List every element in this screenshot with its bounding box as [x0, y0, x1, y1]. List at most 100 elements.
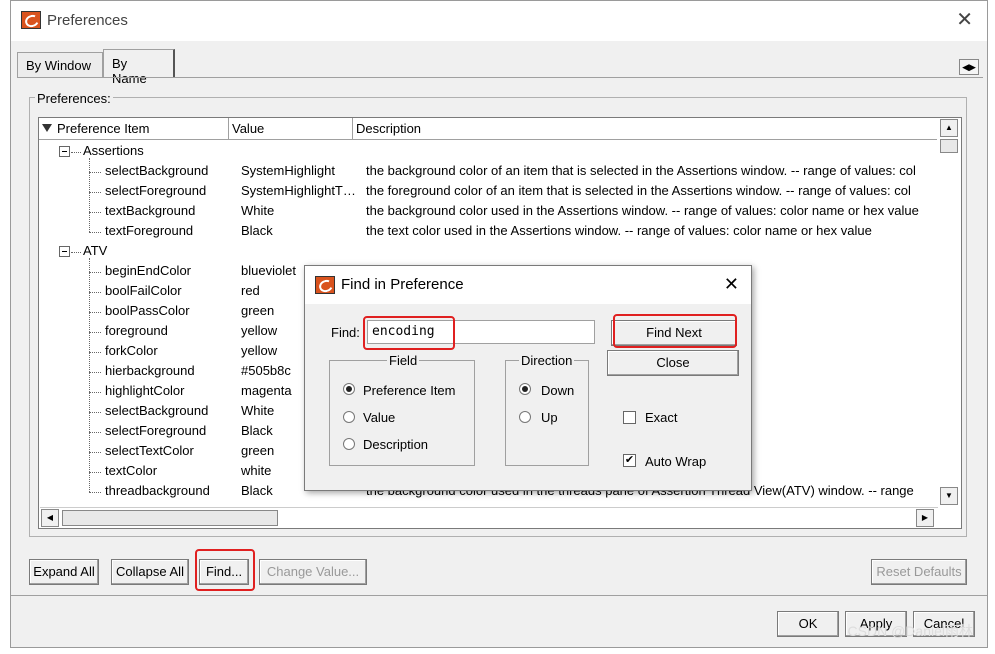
tab-by-name[interactable]: By Name [103, 49, 175, 86]
find-next-highlight [613, 314, 737, 348]
horizontal-scroll-thumb[interactable] [62, 510, 278, 526]
radio-preference-item[interactable] [343, 383, 355, 395]
reset-defaults-button[interactable]: Reset Defaults [871, 559, 967, 585]
column-header-value[interactable]: Value [229, 118, 353, 140]
tree-connector [89, 492, 101, 493]
item-value: SystemHighlight [241, 163, 335, 178]
scroll-down-icon[interactable]: ▼ [940, 487, 958, 505]
column-header-description[interactable]: Description [353, 118, 937, 140]
item-name: textBackground [105, 203, 196, 218]
table-row[interactable]: selectForeground SystemHighlightT… the for… [39, 182, 937, 202]
tree-line [89, 258, 90, 492]
checkbox-label: Auto Wrap [645, 454, 707, 469]
radio-up[interactable] [519, 411, 531, 423]
checkbox-label: Exact [645, 410, 678, 425]
table-header: Preference Item Value Description [39, 118, 937, 140]
radio-down[interactable] [519, 383, 531, 395]
column-label: Preference Item [57, 121, 150, 136]
collapse-icon[interactable] [59, 246, 70, 257]
radio-label: Down [541, 383, 575, 398]
ok-button[interactable]: OK [777, 611, 839, 637]
field-legend: Field [387, 353, 420, 368]
tree-connector [71, 252, 81, 253]
column-header-preference-item[interactable]: Preference Item [39, 118, 229, 140]
close-button[interactable]: Close [607, 350, 739, 376]
item-description: the foreground color of an item that is … [366, 183, 911, 198]
item-name: forkColor [105, 343, 158, 358]
watermark: CSDN @Daniel雨林 [847, 623, 973, 639]
scroll-left-icon[interactable]: ◀ [41, 509, 59, 527]
item-name: selectBackground [105, 163, 209, 178]
item-description: the background color used in the Asserti… [366, 203, 919, 218]
tree-connector [89, 432, 101, 433]
category-name: ATV [83, 243, 108, 258]
tree-connector [89, 172, 101, 173]
find-button-highlight [195, 549, 255, 591]
item-name: textForeground [105, 223, 194, 238]
background-edge [989, 0, 995, 654]
item-name: hierbackground [105, 363, 195, 378]
tree-connector [89, 272, 101, 273]
tree-connector [89, 472, 101, 473]
scroll-right-icon[interactable]: ▶ [916, 509, 934, 527]
exact-checkbox[interactable] [623, 411, 636, 424]
item-name: selectForeground [105, 183, 207, 198]
sort-down-icon [42, 124, 52, 132]
tree-line [89, 158, 90, 232]
vertical-scroll-thumb[interactable] [940, 139, 958, 153]
item-name: threadbackground [105, 483, 210, 498]
table-row[interactable]: selectBackground SystemHighlight the backg… [39, 162, 937, 182]
collapse-icon[interactable] [59, 146, 70, 157]
tree-connector [89, 212, 101, 213]
tree-connector [89, 232, 101, 233]
collapse-all-button[interactable]: Collapse All [111, 559, 189, 585]
tree-connector [71, 152, 81, 153]
radio-label: Description [363, 437, 429, 452]
change-value-button[interactable]: Change Value... [259, 559, 367, 585]
tab-by-window[interactable]: By Window [17, 52, 103, 77]
item-description: the text color used in the Assertions wi… [366, 223, 872, 238]
close-icon[interactable]: ✕ [956, 10, 973, 30]
category-row[interactable]: ATV [39, 242, 937, 262]
tree-connector [89, 352, 101, 353]
category-row[interactable]: Assertions [39, 142, 937, 162]
app-logo-icon [315, 276, 335, 294]
horizontal-scrollbar[interactable]: ◀ ▶ [40, 507, 938, 527]
tree-connector [89, 452, 101, 453]
dialog-title: Find in Preference [341, 276, 464, 293]
tab-scroll-arrows-icon[interactable]: ◀▶ [959, 59, 979, 75]
title-bar: Preferences ✕ [11, 1, 987, 41]
expand-all-button[interactable]: Expand All [29, 559, 99, 585]
footer-divider [11, 595, 987, 596]
item-description: the background color of an item that is … [366, 163, 916, 178]
find-label: Find: [331, 325, 360, 340]
app-logo-icon [21, 11, 41, 29]
radio-description[interactable] [343, 438, 355, 450]
table-row[interactable]: textForeground Black the text color used i… [39, 222, 937, 242]
radio-value[interactable] [343, 411, 355, 423]
tree-connector [89, 412, 101, 413]
category-name: Assertions [83, 143, 144, 158]
item-name: selectForeground [105, 423, 207, 438]
radio-label: Up [541, 410, 558, 425]
tree-connector [89, 332, 101, 333]
dialog-title-bar: Find in Preference ✕ [305, 266, 751, 304]
dialog-close-icon[interactable]: ✕ [724, 274, 739, 295]
item-name: textColor [105, 463, 158, 478]
direction-legend: Direction [519, 353, 575, 368]
tree-connector [89, 192, 101, 193]
table-row[interactable]: textBackground White the background color … [39, 202, 937, 222]
tree-connector [89, 392, 101, 393]
item-name: selectTextColor [105, 443, 194, 458]
item-name: highlightColor [105, 383, 185, 398]
item-name: boolPassColor [105, 303, 190, 318]
window-title: Preferences [47, 12, 128, 29]
vertical-scrollbar[interactable]: ▲ ▼ [938, 119, 960, 507]
item-name: boolFailColor [105, 283, 182, 298]
auto-wrap-checkbox[interactable]: ✔ [623, 454, 636, 467]
item-name: selectBackground [105, 403, 209, 418]
item-value: White [241, 203, 275, 218]
scroll-up-icon[interactable]: ▲ [940, 119, 958, 137]
tree-connector [89, 372, 101, 373]
group-label: Preferences: [35, 91, 113, 106]
